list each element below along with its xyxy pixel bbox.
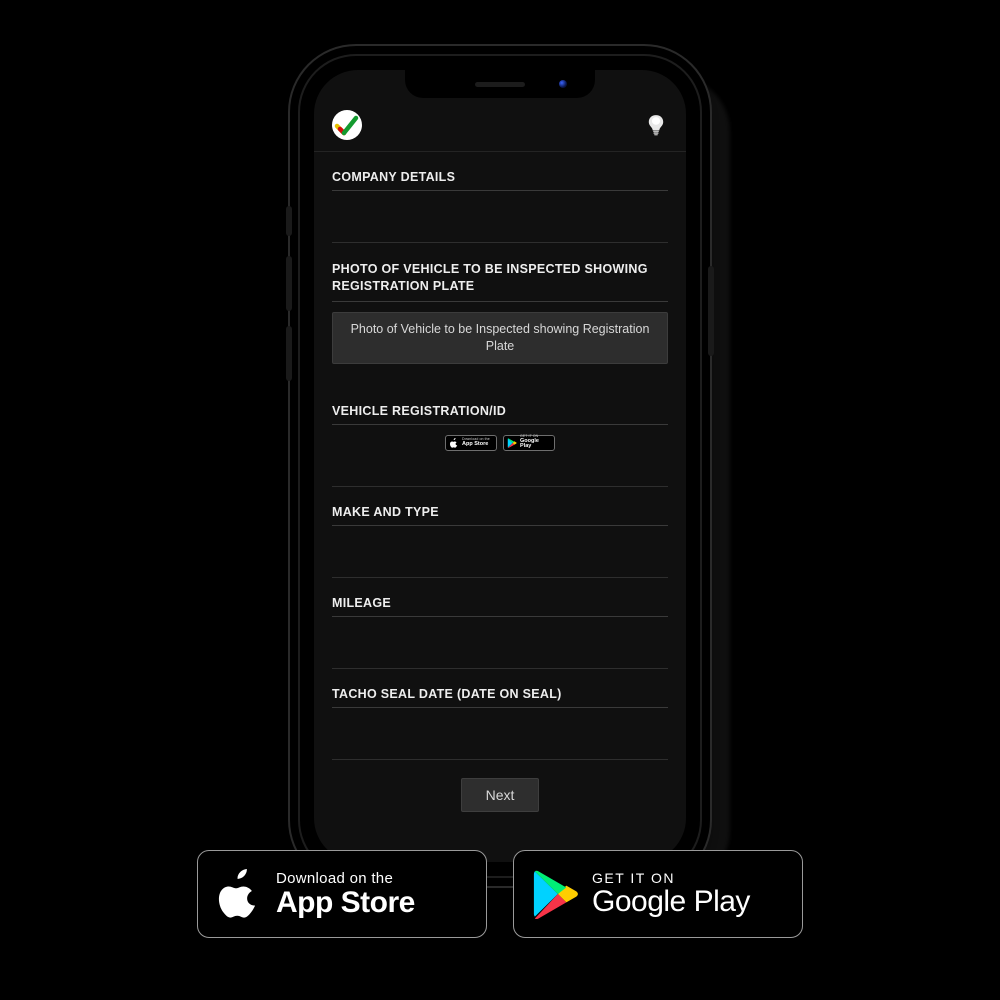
- registration-label: VEHICLE REGISTRATION/ID: [332, 404, 668, 425]
- power-button: [708, 266, 714, 356]
- mini-badge-googleplay[interactable]: GET IT ON Google Play: [503, 435, 555, 451]
- section-registration: VEHICLE REGISTRATION/ID Download on the …: [332, 364, 668, 487]
- app-logo-icon: [332, 110, 362, 140]
- google-badge-bottom: Google Play: [592, 886, 750, 918]
- company-input[interactable]: [332, 209, 668, 243]
- bulb-icon: [647, 114, 665, 136]
- mileage-label: MILEAGE: [332, 596, 668, 617]
- make-label: MAKE AND TYPE: [332, 505, 668, 526]
- section-mileage: MILEAGE: [332, 578, 668, 669]
- section-make: MAKE AND TYPE: [332, 487, 668, 578]
- store-badges: Download on the App Store GET IT ON Goog…: [197, 850, 803, 938]
- app-header: [314, 98, 686, 152]
- app-viewport: COMPANY DETAILS PHOTO OF VEHICLE TO BE I…: [314, 98, 686, 862]
- tacho-input[interactable]: [332, 726, 668, 760]
- tacho-label: TACHO SEAL DATE (DATE ON SEAL): [332, 687, 668, 708]
- mini-google-bottom: Google Play: [520, 439, 551, 450]
- mini-apple-bottom: App Store: [462, 442, 490, 448]
- theme-toggle-button[interactable]: [644, 113, 668, 137]
- form-body: COMPANY DETAILS PHOTO OF VEHICLE TO BE I…: [314, 152, 686, 862]
- section-company: COMPANY DETAILS: [332, 152, 668, 243]
- apple-badge-bottom: App Store: [276, 887, 415, 919]
- next-button[interactable]: Next: [461, 778, 540, 812]
- apple-icon: [216, 869, 262, 919]
- photo-label: PHOTO OF VEHICLE TO BE INSPECTED SHOWING…: [332, 261, 668, 302]
- volume-up: [286, 256, 292, 311]
- company-label: COMPANY DETAILS: [332, 170, 668, 191]
- volume-down: [286, 326, 292, 381]
- section-tacho: TACHO SEAL DATE (DATE ON SEAL): [332, 669, 668, 760]
- photo-upload-button[interactable]: Photo of Vehicle to be Inspected showing…: [332, 312, 668, 364]
- section-photo: PHOTO OF VEHICLE TO BE INSPECTED SHOWING…: [332, 243, 668, 364]
- mini-badge-appstore[interactable]: Download on the App Store: [445, 435, 497, 451]
- apple-badge-top: Download on the: [276, 870, 415, 887]
- mini-store-badges: Download on the App Store: [332, 435, 668, 451]
- phone-screen: COMPANY DETAILS PHOTO OF VEHICLE TO BE I…: [314, 70, 686, 862]
- phone-mockup: COMPANY DETAILS PHOTO OF VEHICLE TO BE I…: [300, 56, 700, 876]
- google-badge-top: GET IT ON: [592, 870, 750, 886]
- googleplay-badge[interactable]: GET IT ON Google Play: [513, 850, 803, 938]
- registration-input[interactable]: [332, 453, 668, 487]
- appstore-badge[interactable]: Download on the App Store: [197, 850, 487, 938]
- make-input[interactable]: [332, 544, 668, 578]
- google-play-icon: [532, 869, 578, 919]
- mileage-input[interactable]: [332, 635, 668, 669]
- google-play-icon: [507, 438, 517, 448]
- apple-icon: [449, 438, 459, 448]
- mute-switch: [286, 206, 292, 236]
